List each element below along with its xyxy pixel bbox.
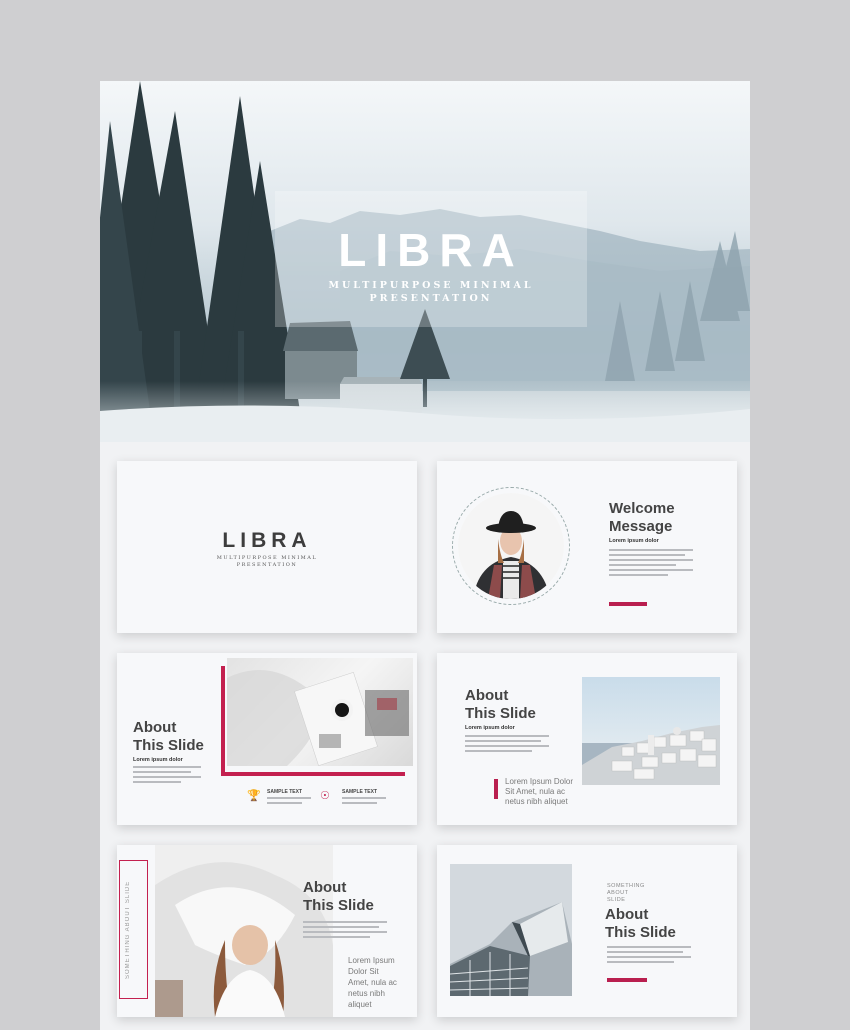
trophy-icon: 🏆 xyxy=(247,790,261,802)
portrait-photo xyxy=(458,493,564,599)
desk-flatlay-photo xyxy=(227,658,413,766)
sample-label: SAMPLE TEXT xyxy=(267,789,303,795)
quote-line: Lorem Ipsum xyxy=(348,956,395,965)
slide-heading-line2: This Slide xyxy=(605,924,676,941)
kicker-line: SLIDE xyxy=(607,897,626,903)
body-text-placeholder xyxy=(607,946,691,966)
quote-line: Amet, nula ac xyxy=(348,978,397,987)
side-label: SOMETHING ABOUT SLIDE xyxy=(125,880,131,980)
hero-subtitle: MULTIPURPOSE MINIMAL PRESENTATION xyxy=(328,280,534,304)
kicker-line: ABOUT xyxy=(607,890,629,896)
quote-line: Sit Amet, nula ac xyxy=(505,787,566,796)
hero-title: LIBRA xyxy=(338,224,524,276)
body-text-placeholder xyxy=(465,735,549,755)
template-preview-sheet: LIBRA MULTIPURPOSE MINIMAL PRESENTATION … xyxy=(100,81,750,1030)
slide-heading-line1: About xyxy=(303,879,347,896)
slide-heading-line1: About xyxy=(133,719,177,736)
quote-line: aliquet xyxy=(348,1000,372,1009)
body-text-placeholder xyxy=(133,766,201,786)
slide-subtitle: MULTIPURPOSE MINIMAL PRESENTATION xyxy=(216,555,318,568)
quote-line: netus nibh aliquet xyxy=(505,797,568,806)
kicker-line: SOMETHING xyxy=(607,883,645,889)
accent-underline xyxy=(609,602,647,606)
slide-heading-line1: Welcome xyxy=(609,500,675,517)
award-icon: ☉ xyxy=(320,790,330,802)
accent-vertical-bar xyxy=(494,779,498,799)
slide-thumbnail-title[interactable]: LIBRA MULTIPURPOSE MINIMAL PRESENTATION xyxy=(117,461,417,633)
slide-thumbnail-about-4[interactable]: SOMETHING ABOUT SLIDE About This Slide xyxy=(437,845,737,1017)
quote-line: netus nibh xyxy=(348,989,385,998)
slide-heading-line1: About xyxy=(465,687,509,704)
slide-caption: Lorem ipsum dolor xyxy=(465,725,515,731)
slide-thumbnail-about-2[interactable]: About This Slide Lorem ipsum dolor Lorem… xyxy=(437,653,737,825)
slide-caption: Lorem ipsum dolor xyxy=(609,538,659,544)
seaside-village-photo xyxy=(582,677,720,785)
slide-thumbnail-about-3[interactable]: SOMETHING ABOUT SLIDE About This Slide L… xyxy=(117,845,417,1017)
sample-label: SAMPLE TEXT xyxy=(342,789,378,795)
modern-building-photo xyxy=(450,864,572,996)
slide-heading-line2: Message xyxy=(609,518,673,535)
slide-heading-line1: About xyxy=(605,906,649,923)
sample-text-placeholder xyxy=(267,797,311,807)
quote-line: Lorem Ipsum Dolor xyxy=(505,777,574,786)
quote-line: Dolor Sit xyxy=(348,967,379,976)
body-text-placeholder xyxy=(303,921,387,941)
slide-thumbnail-welcome[interactable]: Welcome Message Lorem ipsum dolor xyxy=(437,461,737,633)
slide-caption: Lorem ipsum dolor xyxy=(133,757,183,763)
body-text-placeholder xyxy=(609,549,693,579)
slide-thumbnail-about-1[interactable]: About This Slide Lorem ipsum dolor 🏆 SAM… xyxy=(117,653,417,825)
slide-title: LIBRA xyxy=(222,529,312,552)
sample-text-placeholder xyxy=(342,797,386,807)
slide-heading-line2: This Slide xyxy=(303,897,374,914)
slide-heading-line2: This Slide xyxy=(133,737,204,754)
slide-heading-line2: This Slide xyxy=(465,705,536,722)
hero-cover-slide: LIBRA MULTIPURPOSE MINIMAL PRESENTATION xyxy=(100,81,750,442)
accent-underline xyxy=(607,978,647,982)
